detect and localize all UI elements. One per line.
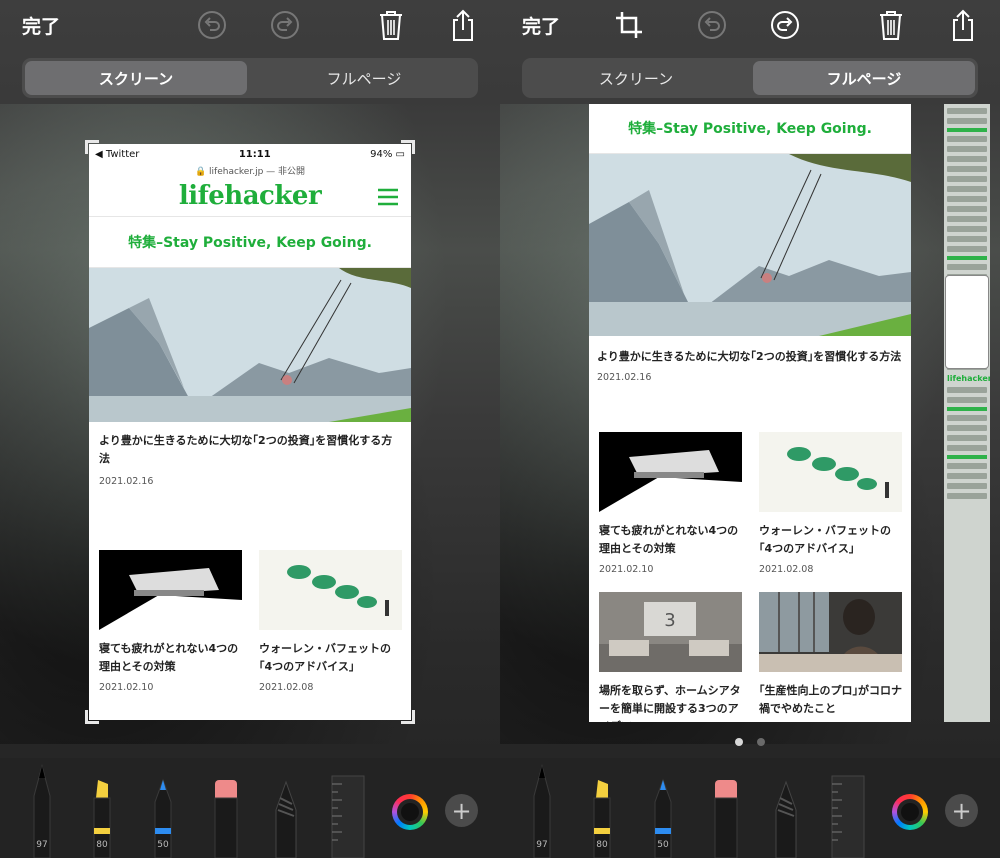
strip-logo: lifehacker: [947, 374, 990, 383]
card-1-date: 2021.02.08: [759, 564, 814, 575]
main-article[interactable]: より豊かに生きるために大切な｢2つの投資｣を習慣化する方法 2021.02.16: [89, 422, 411, 487]
plus-icon[interactable]: +: [945, 794, 978, 827]
color-wheel-icon[interactable]: [892, 794, 928, 830]
card-1-date: 2021.02.08: [259, 682, 314, 693]
visible-region-indicator[interactable]: [946, 276, 988, 368]
article-date: 2021.02.16: [597, 372, 652, 383]
tab-screen[interactable]: スクリーン: [525, 61, 747, 95]
marker-tool[interactable]: 80: [590, 778, 614, 858]
card-0-title[interactable]: 寝ても疲れがとれない4つの理由とその対策: [99, 640, 242, 676]
capture-mode-segmented-control: スクリーン フルページ: [522, 58, 978, 98]
eraser-tool[interactable]: [712, 778, 740, 858]
card-0[interactable]: 寝ても疲れがとれない4つの理由とその対策 2021.02.10: [599, 432, 742, 575]
marker-tool[interactable]: 80: [90, 778, 114, 858]
top-toolbar: 完了: [0, 0, 500, 50]
crop-icon[interactable]: [612, 8, 646, 42]
card-1-image: [259, 550, 402, 630]
card-1-title[interactable]: ウォーレン・バフェットの｢4つのアドバイス｣: [259, 640, 402, 676]
crop-handle-bottom-left[interactable]: [85, 710, 99, 724]
full-page-mode-panel: 完了 スクリーン フルページ 特集–Stay Positive, Keep Go…: [500, 0, 1000, 858]
lasso-tool[interactable]: [772, 780, 800, 858]
card-0-date: 2021.02.10: [99, 682, 154, 693]
site-logo: lifehacker: [178, 181, 322, 211]
hamburger-menu-icon[interactable]: [377, 188, 399, 206]
eraser-tool[interactable]: [212, 778, 240, 858]
pencil-width-label: 50: [157, 840, 169, 850]
clock: 11:11: [238, 148, 271, 160]
pen-width-label: 97: [36, 840, 48, 850]
card-0-title[interactable]: 寝ても疲れがとれない4つの理由とその対策: [599, 522, 742, 558]
page-dot-1[interactable]: [735, 738, 743, 746]
ruler-tool[interactable]: [330, 774, 366, 858]
trash-icon[interactable]: [874, 8, 908, 42]
article-title[interactable]: より豊かに生きるために大切な｢2つの投資｣を習慣化する方法: [597, 348, 903, 366]
article-title[interactable]: より豊かに生きるために大切な｢2つの投資｣を習慣化する方法: [99, 432, 401, 468]
screenshot-preview[interactable]: ◀ Twitter 11:11 94% ▭ 🔒 lifehacker.jp — …: [89, 144, 411, 720]
undo-icon[interactable]: [195, 8, 229, 42]
card-2[interactable]: 3 場所を取らず、ホームシアターを簡単に開設する3つのアイデア: [599, 592, 742, 722]
feature-title[interactable]: 特集–Stay Positive, Keep Going.: [89, 216, 411, 268]
pencil-tool[interactable]: 50: [151, 778, 175, 858]
top-toolbar: 完了: [500, 0, 1000, 50]
crop-handle-top-right[interactable]: [401, 140, 415, 154]
marker-width-label: 80: [96, 840, 108, 850]
card-0-image: [99, 550, 242, 630]
main-article[interactable]: より豊かに生きるために大切な｢2つの投資｣を習慣化する方法 2021.02.16: [589, 336, 911, 383]
card-1[interactable]: ウォーレン・バフェットの｢4つのアドバイス｣ 2021.02.08: [259, 550, 402, 693]
pen-tool[interactable]: 97: [30, 762, 54, 858]
trash-icon[interactable]: [374, 8, 408, 42]
site-header: lifehacker: [89, 176, 411, 216]
card-3-title[interactable]: ｢生産性向上のプロ｣がコロナ禍でやめたこと: [759, 682, 902, 718]
card-0-date: 2021.02.10: [599, 564, 654, 575]
card-1-title[interactable]: ウォーレン・バフェットの｢4つのアドバイス｣: [759, 522, 902, 558]
url-bar: 🔒 lifehacker.jp — 非公開: [194, 167, 306, 177]
projector-number: 3: [664, 610, 675, 631]
share-icon[interactable]: [446, 8, 480, 42]
card-0-image: [599, 432, 742, 512]
hero-image[interactable]: [89, 268, 411, 422]
card-3-image: [759, 592, 902, 672]
feature-title[interactable]: 特集–Stay Positive, Keep Going.: [589, 104, 911, 154]
full-page-preview[interactable]: 特集–Stay Positive, Keep Going. より豊かに生きるため…: [589, 104, 911, 722]
crop-handle-bottom-right[interactable]: [401, 710, 415, 724]
card-2-image: 3: [599, 592, 742, 672]
lasso-tool[interactable]: [272, 780, 300, 858]
plus-icon[interactable]: +: [445, 794, 478, 827]
capture-mode-segmented-control: スクリーン フルページ: [22, 58, 478, 98]
marker-width-label: 80: [596, 840, 608, 850]
share-icon[interactable]: [946, 8, 980, 42]
pencil-tool[interactable]: 50: [651, 778, 675, 858]
redo-icon[interactable]: [268, 8, 302, 42]
page-thumbnail-strip[interactable]: lifehacker: [944, 104, 990, 722]
screen-mode-panel: 完了 スクリーン フルページ ◀ Twitter 11:11 94% ▭ 🔒 l…: [0, 0, 500, 858]
card-1[interactable]: ウォーレン・バフェットの｢4つのアドバイス｣ 2021.02.08: [759, 432, 902, 575]
card-2-title[interactable]: 場所を取らず、ホームシアターを簡単に開設する3つのアイデア: [599, 682, 742, 722]
undo-icon[interactable]: [695, 8, 729, 42]
crop-handle-top-left[interactable]: [85, 140, 99, 154]
article-date: 2021.02.16: [99, 476, 154, 487]
carrier-label: ◀ Twitter: [95, 148, 140, 160]
battery-label: 94% ▭: [370, 148, 405, 160]
pen-tool[interactable]: 97: [530, 762, 554, 858]
done-button[interactable]: 完了: [22, 12, 60, 39]
card-1-image: [759, 432, 902, 512]
tab-full-page[interactable]: フルページ: [753, 61, 975, 95]
color-wheel-icon[interactable]: [392, 794, 428, 830]
markup-tools: 97 80 50 +: [0, 758, 500, 858]
pencil-width-label: 50: [657, 840, 669, 850]
tab-full-page[interactable]: フルページ: [253, 61, 475, 95]
page-dot-2[interactable]: [757, 738, 765, 746]
card-3[interactable]: ｢生産性向上のプロ｣がコロナ禍でやめたこと: [759, 592, 902, 718]
pen-width-label: 97: [536, 840, 548, 850]
page-indicator[interactable]: [500, 738, 1000, 746]
status-bar: ◀ Twitter 11:11 94% ▭: [89, 144, 411, 164]
redo-icon[interactable]: [768, 8, 802, 42]
ruler-tool[interactable]: [830, 774, 866, 858]
tab-screen[interactable]: スクリーン: [25, 61, 247, 95]
card-0[interactable]: 寝ても疲れがとれない4つの理由とその対策 2021.02.10: [99, 550, 242, 693]
markup-tools: 97 80 50 +: [500, 758, 1000, 858]
hero-image[interactable]: [589, 154, 911, 336]
done-button[interactable]: 完了: [522, 12, 560, 39]
